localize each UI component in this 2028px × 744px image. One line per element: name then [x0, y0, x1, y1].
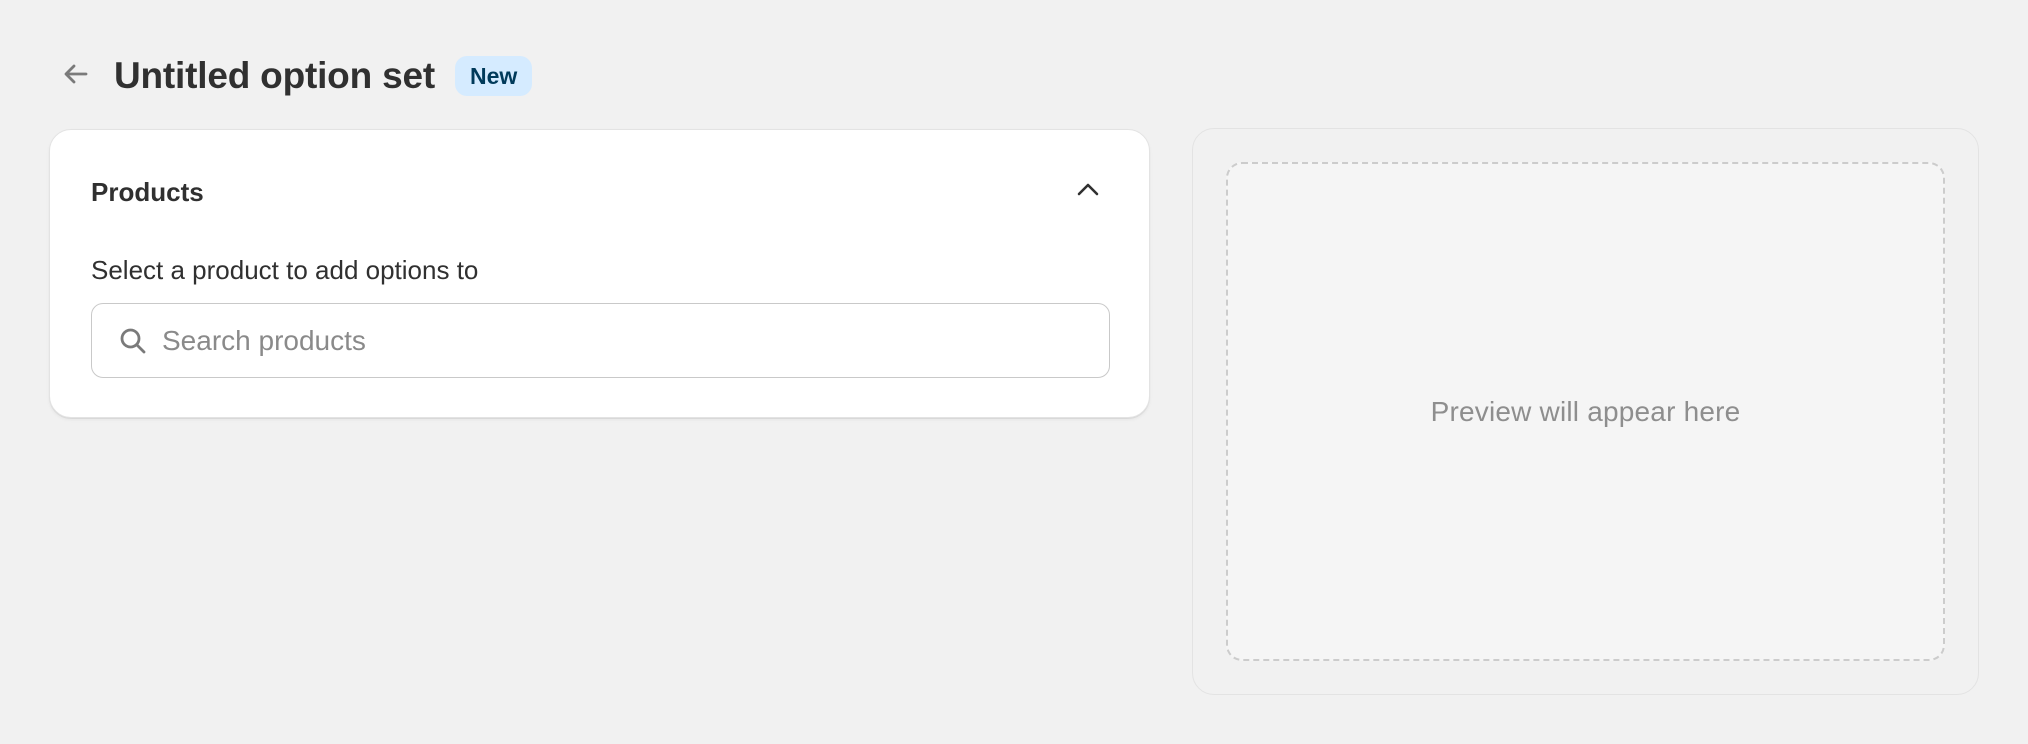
search-icon — [118, 326, 148, 356]
preview-panel: Preview will appear here — [1192, 128, 1979, 695]
products-card-header[interactable]: Products — [91, 170, 1108, 214]
products-card: Products Select a product to add options… — [49, 129, 1150, 418]
preview-placeholder-text: Preview will appear here — [1430, 395, 1741, 427]
preview-area: Preview will appear here — [1226, 162, 1945, 661]
arrow-left-icon — [61, 59, 91, 94]
products-card-title: Products — [91, 176, 204, 207]
status-badge: New — [454, 56, 533, 96]
page-header: Untitled option set New — [52, 48, 533, 104]
collapse-button[interactable] — [1068, 172, 1108, 212]
back-button[interactable] — [52, 52, 100, 100]
product-field-label: Select a product to add options to — [91, 255, 479, 285]
product-search-box[interactable] — [91, 303, 1110, 378]
chevron-up-icon — [1075, 177, 1101, 208]
search-input[interactable] — [162, 310, 1109, 371]
page-title: Untitled option set — [114, 55, 435, 96]
